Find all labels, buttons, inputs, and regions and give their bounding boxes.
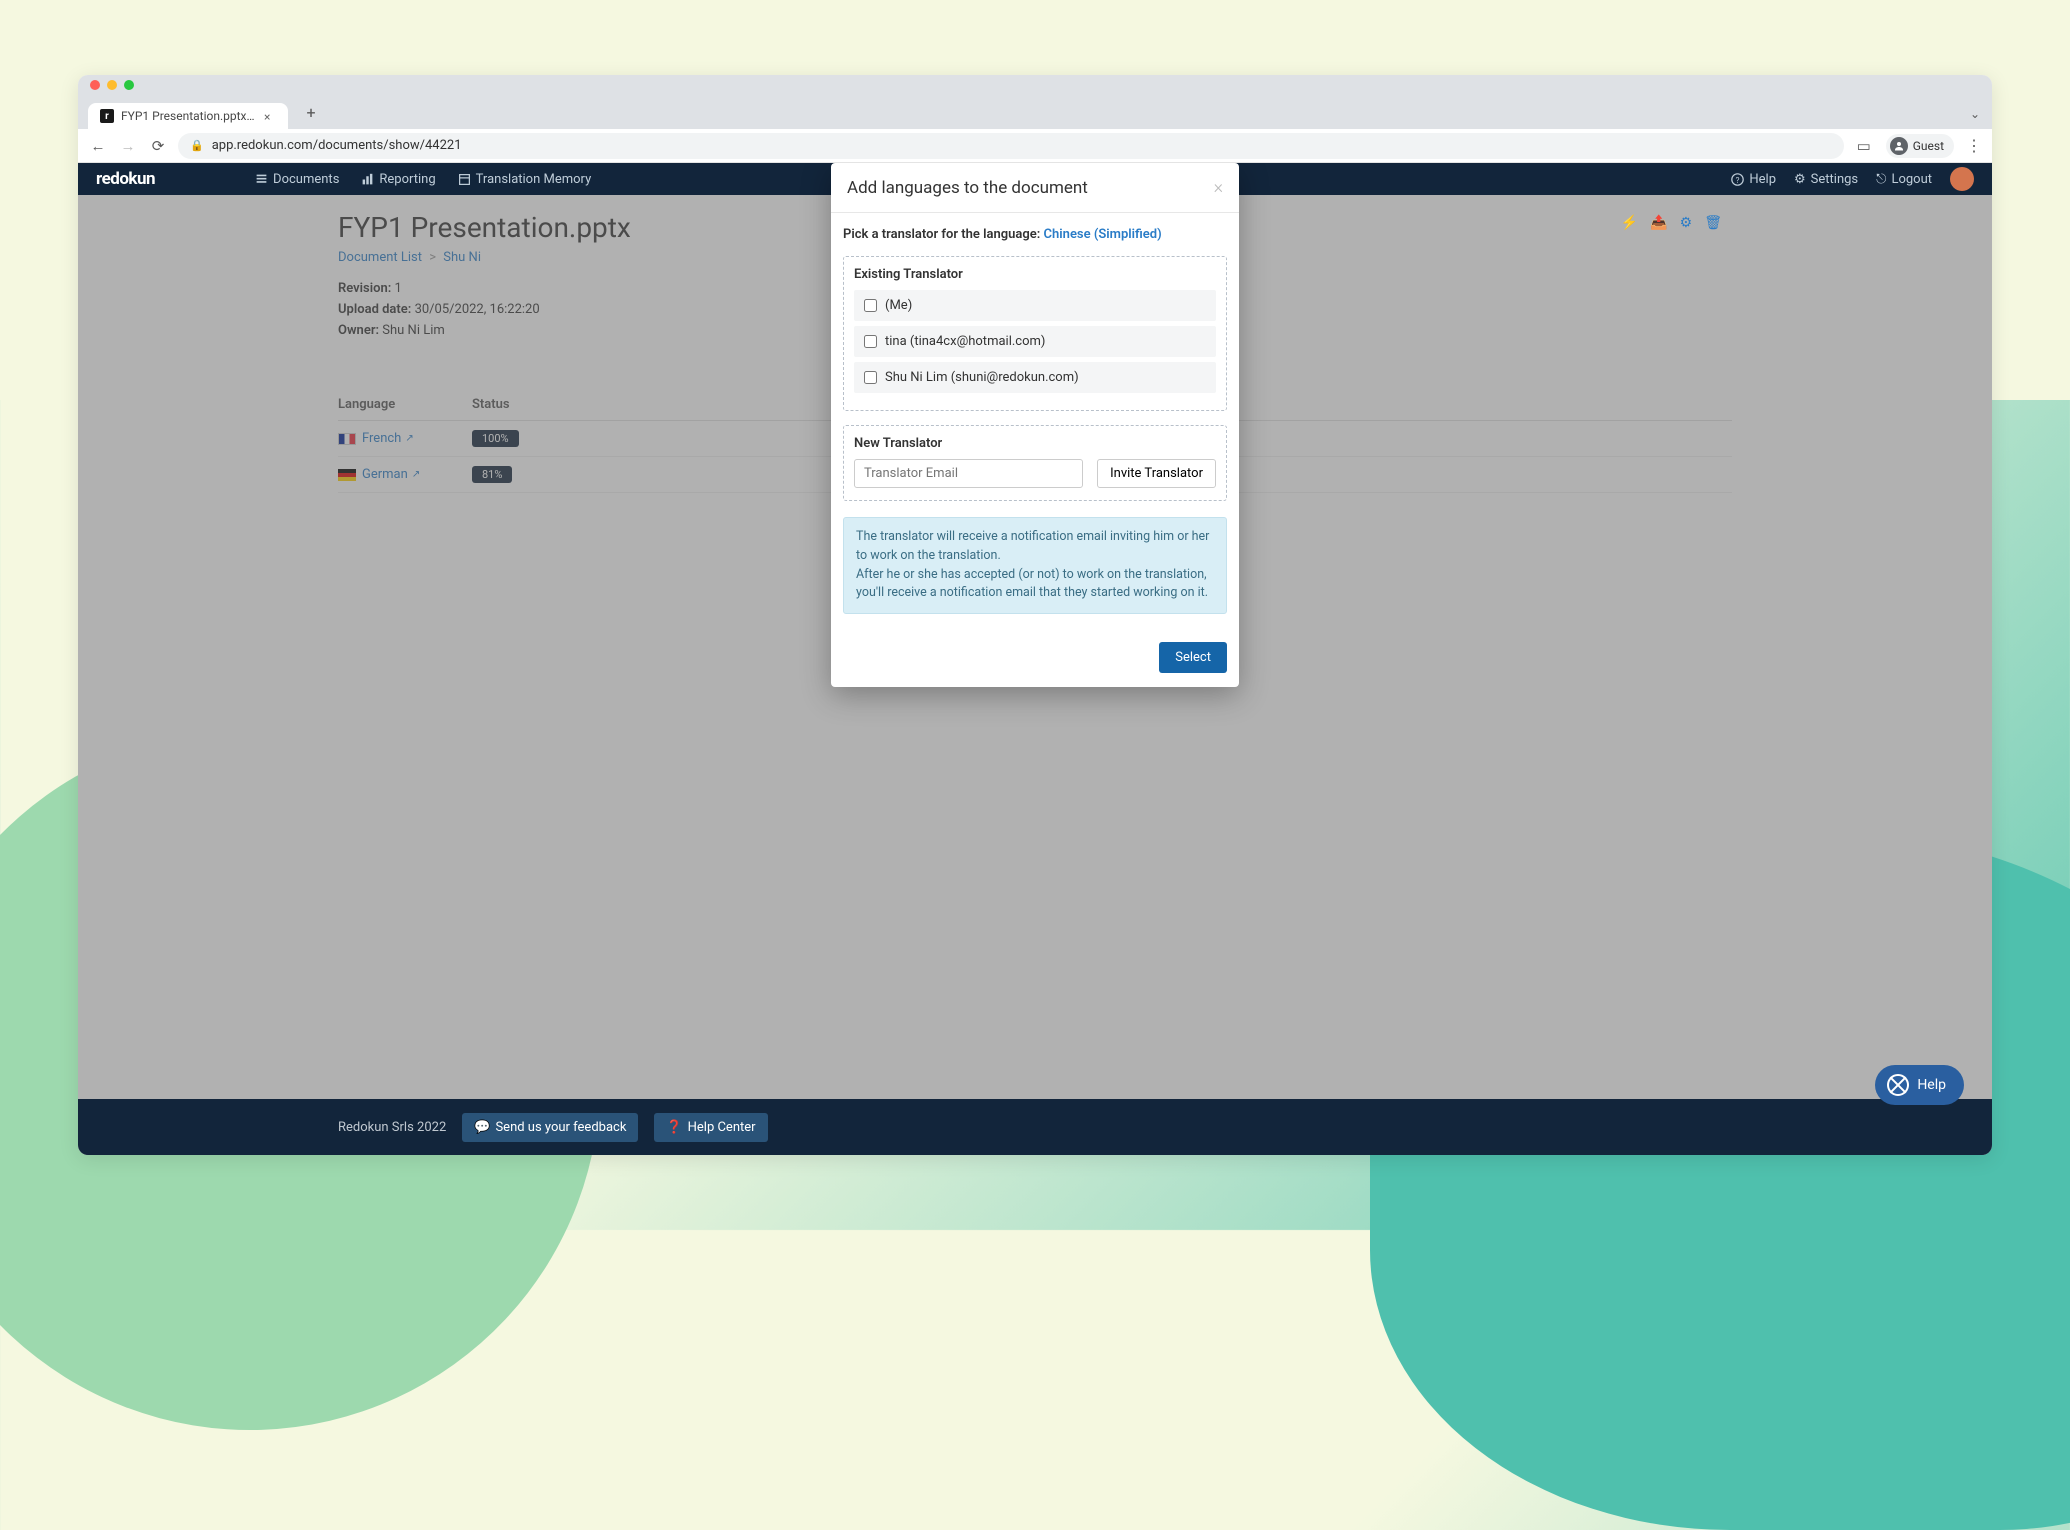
browser-tabbar: r FYP1 Presentation.pptx – Red... × + ⌄ (78, 94, 1992, 129)
window-minimize-icon[interactable] (107, 80, 117, 90)
translator-email-input[interactable] (854, 459, 1083, 488)
translator-checkbox[interactable] (864, 299, 877, 312)
browser-tab[interactable]: r FYP1 Presentation.pptx – Red... × (88, 103, 288, 129)
help-center-button[interactable]: ❓Help Center (654, 1113, 767, 1142)
help-widget[interactable]: Help (1875, 1065, 1964, 1105)
help-icon: ❓ (666, 1120, 682, 1135)
tab-list-icon[interactable]: ⌄ (1970, 107, 1980, 121)
action-upload-icon[interactable]: 📤 (1650, 215, 1667, 231)
nav-reporting[interactable]: Reporting (361, 172, 435, 187)
app-shell: redokun Documents Reporting Translation … (78, 163, 1992, 1155)
url-text: app.redokun.com/documents/show/44221 (212, 138, 462, 153)
lock-icon: 🔒 (190, 139, 204, 152)
chat-icon: 💬 (474, 1120, 490, 1135)
new-translator-section: New Translator Invite Translator (843, 425, 1227, 501)
add-language-modal: Add languages to the document × Pick a t… (831, 163, 1239, 687)
action-gear-icon[interactable]: ⚙ (1680, 215, 1693, 231)
window-close-icon[interactable] (90, 80, 100, 90)
browser-toolbar: ← → ⟳ 🔒 app.redokun.com/documents/show/4… (78, 129, 1992, 163)
avatar-icon (1890, 137, 1908, 155)
user-avatar[interactable] (1950, 167, 1974, 191)
profile-chip[interactable]: Guest (1886, 134, 1954, 158)
pick-translator-label: Pick a translator for the language: Chin… (843, 227, 1227, 242)
address-bar[interactable]: 🔒 app.redokun.com/documents/show/44221 (178, 133, 1844, 159)
lifebuoy-icon (1887, 1074, 1909, 1096)
nav-documents[interactable]: Documents (255, 172, 339, 187)
modal-close-icon[interactable]: × (1214, 177, 1223, 198)
modal-title: Add languages to the document (847, 178, 1088, 198)
forward-button[interactable]: → (118, 136, 138, 156)
extension-icon[interactable]: ▭ (1854, 136, 1874, 156)
profile-label: Guest (1913, 139, 1944, 153)
translator-name: tina (tina4cx@hotmail.com) (885, 334, 1045, 349)
translator-name: Shu Ni Lim (shuni@redokun.com) (885, 370, 1079, 385)
browser-menu-icon[interactable]: ⋮ (1966, 136, 1982, 155)
action-delete-icon[interactable]: 🗑 (1704, 215, 1722, 231)
translator-option[interactable]: Shu Ni Lim (shuni@redokun.com) (854, 362, 1216, 393)
translator-option[interactable]: tina (tina4cx@hotmail.com) (854, 326, 1216, 357)
feedback-button[interactable]: 💬Send us your feedback (462, 1113, 638, 1142)
translator-option[interactable]: (Me) (854, 290, 1216, 321)
new-translator-label: New Translator (854, 436, 1216, 451)
window-titlebar (78, 75, 1992, 94)
brand-logo[interactable]: redokun (96, 169, 155, 189)
translator-checkbox[interactable] (864, 335, 877, 348)
existing-translator-section: Existing Translator (Me) tina (tina4cx@h… (843, 256, 1227, 411)
svg-text:?: ? (1736, 174, 1740, 184)
gear-icon: ⚙ (1794, 172, 1806, 187)
new-tab-button[interactable]: + (298, 99, 324, 125)
invite-translator-button[interactable]: Invite Translator (1097, 459, 1216, 488)
back-button[interactable]: ← (88, 136, 108, 156)
translator-name: (Me) (885, 298, 912, 313)
info-message: The translator will receive a notificati… (843, 517, 1227, 614)
nav-settings[interactable]: ⚙Settings (1794, 172, 1858, 187)
tab-title: FYP1 Presentation.pptx – Red... (121, 109, 257, 123)
footer-copyright: Redokun Srls 2022 (338, 1120, 446, 1135)
window-maximize-icon[interactable] (124, 80, 134, 90)
select-button[interactable]: Select (1159, 642, 1227, 673)
target-language[interactable]: Chinese (Simplified) (1044, 227, 1162, 242)
app-footer: Redokun Srls 2022 💬Send us your feedback… (78, 1099, 1992, 1155)
favicon-icon: r (100, 109, 114, 123)
doc-actions: ⚡ 📤 ⚙ 🗑 (1621, 215, 1722, 231)
nav-help[interactable]: ?Help (1731, 172, 1776, 187)
existing-translator-label: Existing Translator (854, 267, 1216, 282)
browser-window: r FYP1 Presentation.pptx – Red... × + ⌄ … (78, 75, 1992, 1155)
translator-checkbox[interactable] (864, 371, 877, 384)
logout-icon: ⎋ (1876, 172, 1886, 187)
nav-logout[interactable]: ⎋Logout (1876, 172, 1932, 187)
nav-translation-memory[interactable]: Translation Memory (458, 172, 592, 187)
help-widget-label: Help (1917, 1077, 1946, 1093)
reload-button[interactable]: ⟳ (148, 136, 168, 156)
tab-close-icon[interactable]: × (264, 110, 276, 122)
action-bolt-icon[interactable]: ⚡ (1621, 215, 1638, 231)
